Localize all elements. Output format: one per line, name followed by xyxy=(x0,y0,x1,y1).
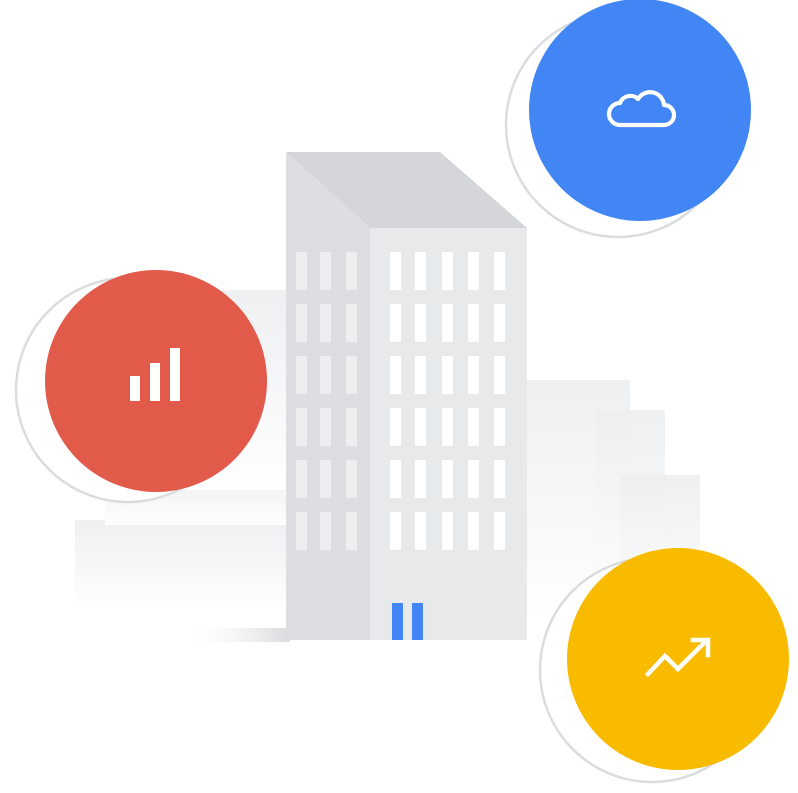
window xyxy=(415,460,426,498)
window xyxy=(390,512,401,550)
window xyxy=(346,512,357,550)
window xyxy=(494,356,505,394)
trend-badge-circle xyxy=(567,548,789,770)
window xyxy=(468,512,479,550)
window xyxy=(442,252,453,290)
window xyxy=(320,512,331,550)
window xyxy=(468,304,479,342)
window xyxy=(468,460,479,498)
window xyxy=(390,356,401,394)
ground-shadow xyxy=(180,628,290,642)
window xyxy=(346,408,357,446)
illustration xyxy=(0,0,798,788)
window xyxy=(415,512,426,550)
window xyxy=(296,460,307,498)
window xyxy=(296,512,307,550)
window xyxy=(346,252,357,290)
window xyxy=(320,304,331,342)
window xyxy=(468,408,479,446)
cloud-badge-circle xyxy=(529,0,751,221)
door-right xyxy=(412,603,423,640)
window xyxy=(346,460,357,498)
window xyxy=(390,304,401,342)
window xyxy=(442,460,453,498)
office-tower xyxy=(286,152,527,640)
window xyxy=(346,356,357,394)
trend-badge xyxy=(534,548,796,786)
window xyxy=(415,408,426,446)
window xyxy=(320,356,331,394)
window xyxy=(442,304,453,342)
window xyxy=(494,252,505,290)
window xyxy=(415,356,426,394)
window xyxy=(494,512,505,550)
window xyxy=(494,408,505,446)
window xyxy=(442,356,453,394)
window xyxy=(468,252,479,290)
window xyxy=(296,252,307,290)
door-left xyxy=(392,603,403,640)
window xyxy=(415,252,426,290)
window xyxy=(415,304,426,342)
background-building-left-low xyxy=(75,520,295,610)
window xyxy=(494,460,505,498)
window xyxy=(346,304,357,342)
window xyxy=(320,408,331,446)
window xyxy=(494,304,505,342)
window xyxy=(390,408,401,446)
window xyxy=(390,252,401,290)
window xyxy=(296,304,307,342)
tower-left-face xyxy=(286,152,370,640)
window xyxy=(390,460,401,498)
window xyxy=(320,460,331,498)
window xyxy=(296,408,307,446)
window xyxy=(296,356,307,394)
window xyxy=(468,356,479,394)
analytics-badge xyxy=(10,268,272,513)
window xyxy=(442,512,453,550)
window xyxy=(442,408,453,446)
cloud-badge xyxy=(500,0,760,245)
window xyxy=(320,252,331,290)
